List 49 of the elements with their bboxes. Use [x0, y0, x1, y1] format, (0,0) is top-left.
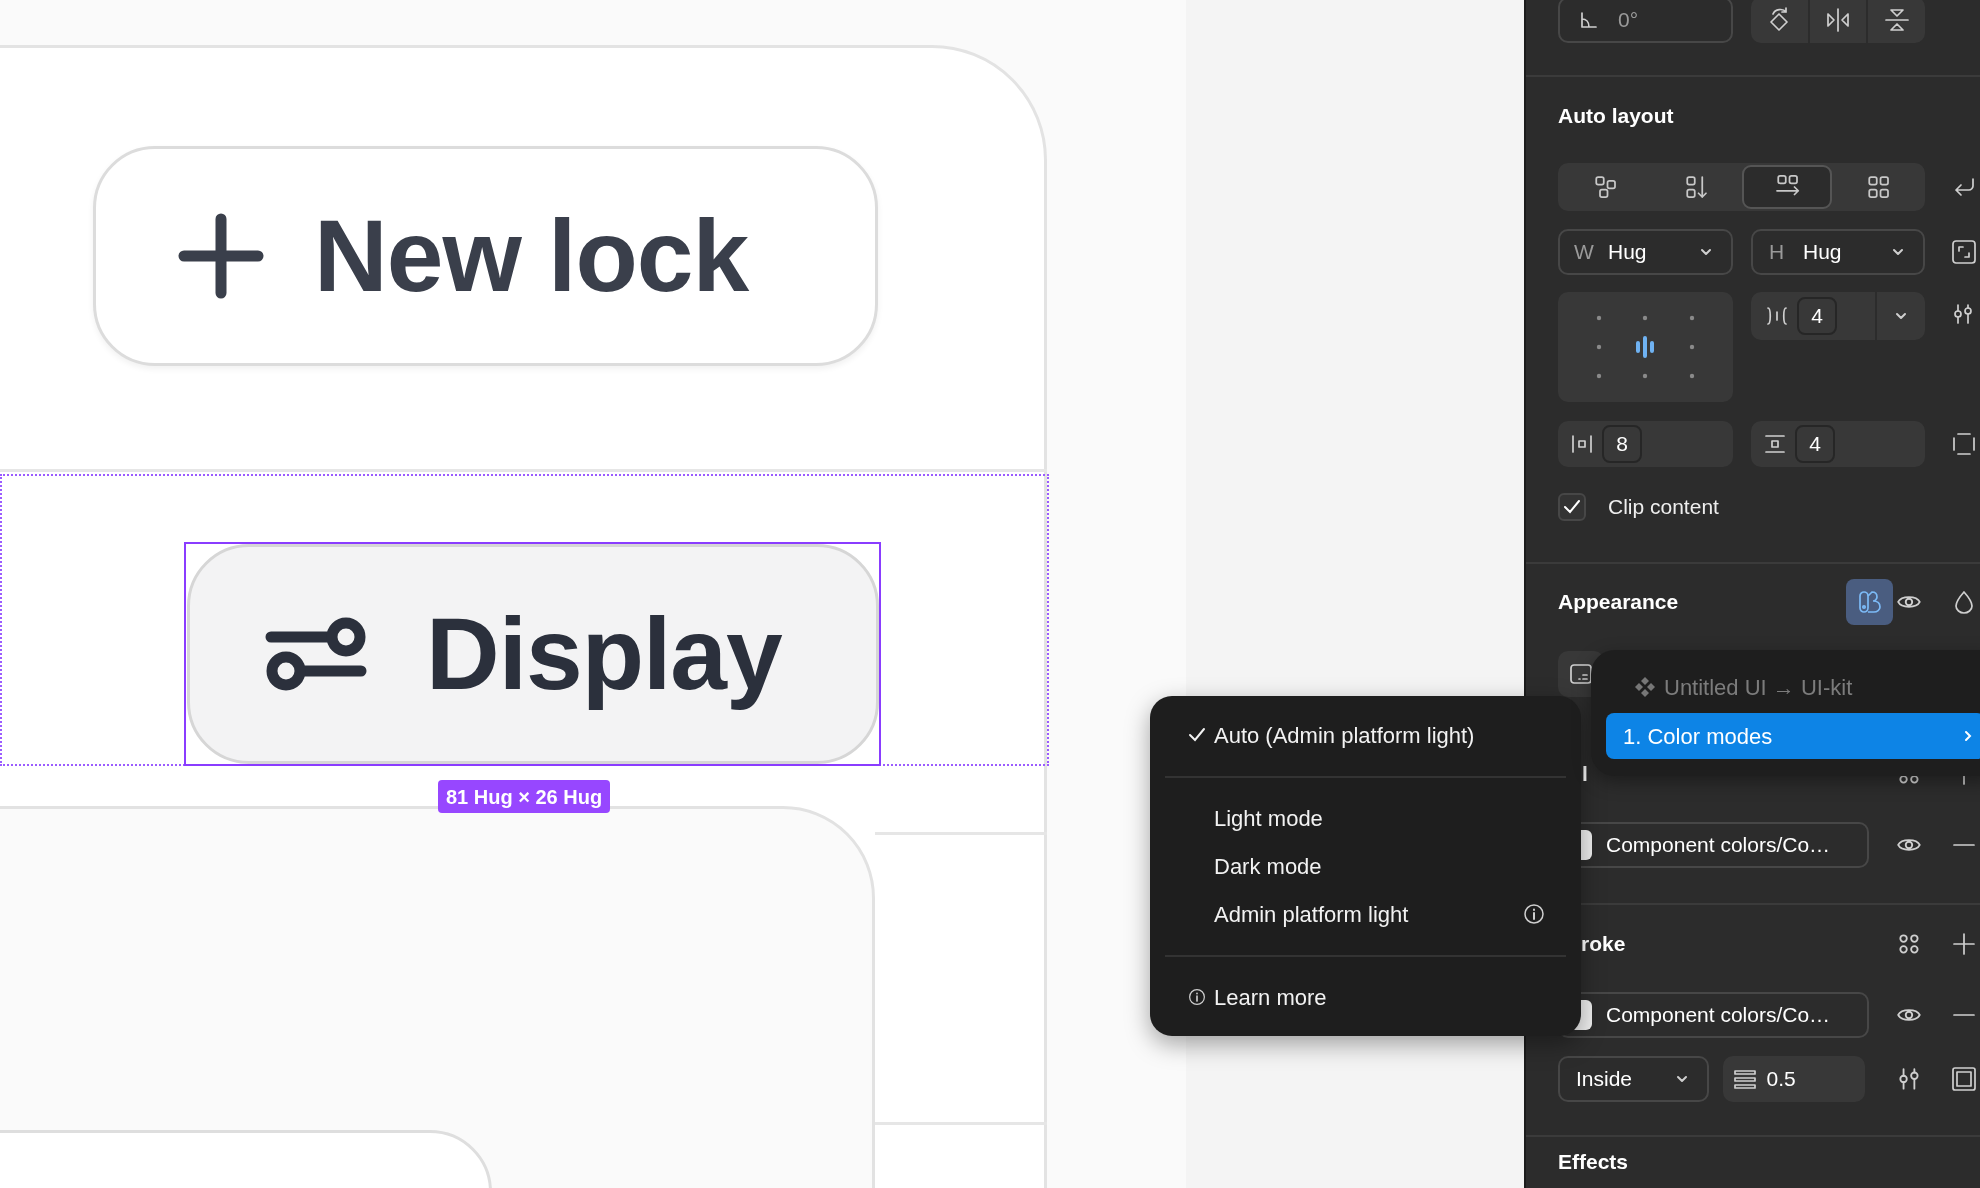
chevron-right-icon	[1963, 729, 1973, 743]
section-title: Effects	[1558, 1148, 1629, 1175]
library-path: Untitled UI → UI-kit	[1664, 673, 1853, 702]
section-title: Auto layout	[1558, 103, 1674, 129]
gap-icon	[1765, 305, 1789, 327]
dot-icon	[1596, 344, 1603, 350]
stroke-position-dropdown[interactable]: Inside	[1558, 1055, 1709, 1102]
menu-item[interactable]: 1. Color modes	[1606, 713, 1980, 759]
size-label: 81 Hug × 26 Hug	[438, 780, 611, 813]
dot-icon	[1642, 372, 1649, 379]
horizontal-padding-field[interactable]: 8	[1558, 421, 1733, 467]
dot-icon	[1596, 372, 1603, 379]
display-button[interactable]: Display	[187, 544, 879, 764]
section-title: roke	[1581, 930, 1626, 957]
menu-item[interactable]: Auto (Admin platform light)	[1150, 711, 1581, 759]
layout-direction-tab[interactable]	[1741, 165, 1833, 209]
dot-icon	[1688, 315, 1695, 322]
section-title: l	[1582, 760, 1588, 787]
sliders-icon	[264, 617, 368, 691]
stroke-weight-icon	[1732, 1067, 1757, 1090]
menu-item[interactable]: Admin platform light	[1150, 890, 1581, 938]
flip-horizontal-icon[interactable]	[1824, 6, 1852, 34]
frame-icon	[1568, 661, 1594, 686]
vertical-padding-field[interactable]: 4	[1751, 421, 1925, 467]
rotation-field[interactable]: 0°	[1558, 0, 1733, 43]
check-icon	[1563, 498, 1581, 515]
dot-icon	[1688, 372, 1695, 379]
height-dropdown[interactable]: H Hug	[1751, 229, 1925, 275]
dot-icon	[1642, 315, 1649, 322]
angle-icon	[1578, 10, 1598, 30]
dot-icon	[1596, 315, 1603, 322]
checkbox[interactable]	[1558, 492, 1586, 521]
plus-icon	[178, 213, 264, 299]
info-icon	[1188, 988, 1206, 1006]
vertical-padding-icon	[1763, 433, 1787, 455]
stroke-weight-field[interactable]: 0.5	[1722, 1055, 1866, 1102]
checkbox-label: Clip content	[1608, 494, 1719, 520]
resize-icon[interactable]	[1951, 239, 1977, 265]
width-dropdown[interactable]: W Hug	[1558, 229, 1733, 275]
dot-icon	[1688, 344, 1695, 350]
horizontal-padding-icon	[1570, 433, 1594, 455]
plus-icon[interactable]	[1951, 930, 1977, 957]
gap-field[interactable]: 4	[1751, 292, 1925, 340]
variable-mode-icon	[1856, 588, 1883, 615]
variable-mode-button[interactable]	[1846, 578, 1893, 625]
border-icon[interactable]	[1951, 1065, 1977, 1092]
flip-vertical-icon[interactable]	[1882, 6, 1911, 34]
section-title: Appearance	[1558, 588, 1679, 615]
component-icon	[1634, 676, 1656, 698]
